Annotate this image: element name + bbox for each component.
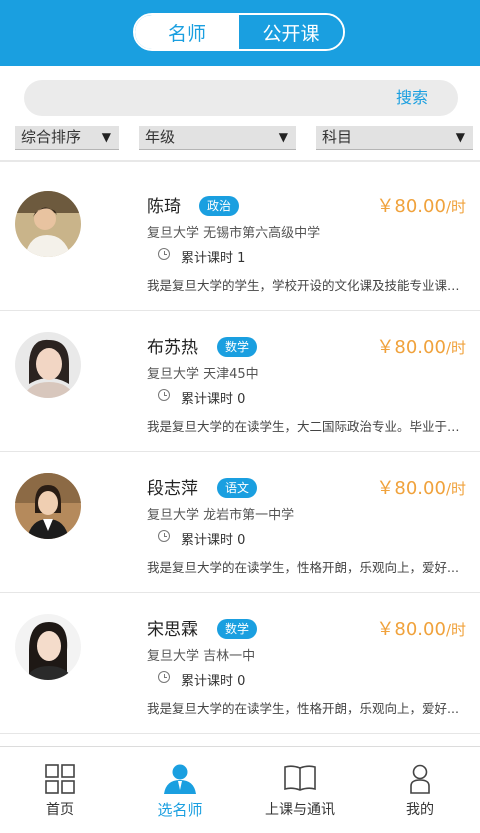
sort-dropdown[interactable]: 综合排序 ▼: [15, 126, 119, 150]
price-unit: /时: [445, 198, 466, 216]
grade-dropdown[interactable]: 年级 ▼: [139, 126, 296, 150]
search-input[interactable]: 搜索: [24, 80, 458, 116]
teacher-intro: 我是复旦大学的在读学生，性格开朗，乐观向上，爱好...: [147, 560, 459, 575]
teacher-intro: 我是复旦大学的学生，学校开设的文化课及技能专业课程...: [147, 278, 467, 293]
subject-badge: 数学: [217, 619, 258, 639]
price: ￥80.00/时: [376, 615, 466, 641]
bottom-navigation: 首页 选名师 上课与通讯 我的: [0, 746, 480, 833]
nav-home-label: 首页: [46, 802, 74, 818]
price-unit: /时: [445, 621, 466, 639]
price-unit: /时: [445, 339, 466, 357]
nav-class-communication[interactable]: 上课与通讯: [240, 747, 360, 833]
teacher-card[interactable]: 段志萍 语文 ￥80.00/时 复旦大学 龙岩市第一中学 累计课时 0 我是复旦…: [0, 452, 480, 593]
grade-dropdown-label: 年级: [145, 128, 176, 146]
teacher-name: 陈琦: [147, 197, 181, 217]
nav-class-communication-label: 上课与通讯: [265, 802, 335, 818]
subject-badge: 政治: [199, 196, 240, 216]
dropdown-arrow-icon: ▼: [455, 130, 465, 144]
avatar: [15, 191, 81, 257]
clock-icon: [158, 248, 170, 260]
school-info: 复旦大学 吉林一中: [147, 649, 256, 664]
lesson-hours: 累计课时 0: [181, 533, 246, 548]
top-header: 名师 公开课: [0, 0, 480, 66]
price-unit: /时: [445, 480, 466, 498]
price: ￥80.00/时: [376, 192, 466, 218]
teacher-name: 宋思霖: [147, 620, 198, 640]
teacher-card[interactable]: 宋思霖 数学 ￥80.00/时 复旦大学 吉林一中 累计课时 0 我是复旦大学的…: [0, 593, 480, 734]
avatar: [15, 332, 81, 398]
nav-choose-teacher-label: 选名师: [157, 801, 203, 819]
school-info: 复旦大学 无锡市第六高级中学: [147, 226, 321, 241]
subject-dropdown-label: 科目: [322, 128, 353, 146]
price-value: ￥80.00: [376, 196, 446, 217]
clock-icon: [158, 671, 170, 683]
teacher-intro: 我是复旦大学的在读学生，大二国际政治专业。毕业于天津...: [147, 419, 467, 434]
lesson-hours: 累计课时 0: [181, 392, 246, 407]
segmented-control: 名师 公开课: [133, 13, 345, 51]
lesson-hours: 累计课时 1: [181, 251, 246, 266]
avatar: [15, 473, 81, 539]
nav-mine[interactable]: 我的: [360, 747, 480, 833]
nav-home[interactable]: 首页: [0, 747, 120, 833]
person-icon: [410, 764, 430, 794]
price-value: ￥80.00: [376, 337, 446, 358]
nav-mine-label: 我的: [406, 802, 434, 818]
price-value: ￥80.00: [376, 619, 446, 640]
teacher-name: 段志萍: [147, 479, 198, 499]
teacher-name: 布苏热: [147, 338, 198, 358]
avatar: [15, 614, 81, 680]
sort-dropdown-label: 综合排序: [21, 128, 82, 146]
subject-badge: 语文: [217, 478, 258, 498]
price: ￥80.00/时: [376, 333, 466, 359]
tab-open-courses[interactable]: 公开课: [239, 15, 343, 49]
price: ￥80.00/时: [376, 474, 466, 500]
teacher-icon: [164, 764, 196, 794]
price-value: ￥80.00: [376, 478, 446, 499]
book-icon: [284, 765, 316, 791]
divider: [0, 160, 480, 162]
teacher-card[interactable]: 布苏热 数学 ￥80.00/时 复旦大学 天津45中 累计课时 0 我是复旦大学…: [0, 311, 480, 452]
lesson-hours: 累计课时 0: [181, 674, 246, 689]
tab-famous-teachers[interactable]: 名师: [135, 15, 239, 49]
dropdown-arrow-icon: ▼: [278, 130, 288, 144]
subject-badge: 数学: [217, 337, 258, 357]
search-button[interactable]: 搜索: [396, 80, 428, 116]
dropdown-arrow-icon: ▼: [101, 130, 111, 144]
nav-choose-teacher[interactable]: 选名师: [120, 747, 240, 833]
grid-icon: [45, 764, 75, 794]
teacher-list: 陈琦 政治 ￥80.00/时 复旦大学 无锡市第六高级中学 累计课时 1 我是复…: [0, 170, 480, 734]
clock-icon: [158, 530, 170, 542]
clock-icon: [158, 389, 170, 401]
subject-dropdown[interactable]: 科目 ▼: [316, 126, 473, 150]
school-info: 复旦大学 龙岩市第一中学: [147, 508, 295, 523]
teacher-intro: 我是复旦大学的在读学生，性格开朗，乐观向上，爱好...: [147, 701, 459, 716]
school-info: 复旦大学 天津45中: [147, 367, 259, 382]
teacher-card[interactable]: 陈琦 政治 ￥80.00/时 复旦大学 无锡市第六高级中学 累计课时 1 我是复…: [0, 170, 480, 311]
